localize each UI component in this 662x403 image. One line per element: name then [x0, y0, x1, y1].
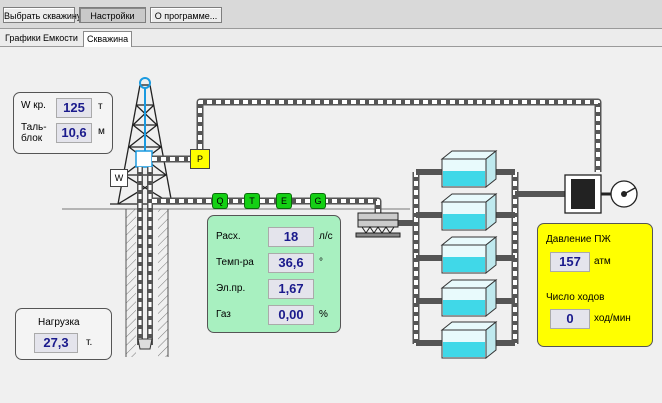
load-label: Нагрузка — [38, 317, 80, 328]
mud-tank — [416, 235, 515, 275]
tab-bar: Графики Емкости Скважина — [0, 29, 662, 47]
flow-rate-label: Расх. — [216, 231, 241, 242]
pump-pressure-value: 157 — [550, 252, 590, 272]
fluid-params-panel: Расх. 18 л/с Темп-ра 36,6 ° Эл.пр. 1,67 … — [207, 215, 341, 333]
hook-weight-value: 125 — [56, 98, 92, 118]
shale-shaker — [355, 212, 401, 238]
gas-value: 0,00 — [268, 305, 314, 325]
flow-rate-unit: л/с — [319, 231, 333, 242]
tab-charts[interactable]: Графики — [2, 31, 44, 45]
block-label-2: блок — [21, 133, 43, 144]
settings-button[interactable]: Настройки — [79, 7, 146, 23]
gas-sensor[interactable]: G — [310, 193, 326, 209]
pump-strokes-label: Число ходов — [546, 292, 605, 303]
drill-string — [135, 87, 153, 350]
mud-tank — [416, 149, 515, 189]
gas-unit: % — [319, 309, 328, 320]
hook-weight-label: W кр. — [21, 100, 46, 111]
well-diagram-area: P W Q T E G W кр. 125 т Таль- блок 10,6 … — [0, 47, 662, 403]
temperature-sensor[interactable]: T — [244, 193, 260, 209]
toolbar: Выбрать скважину Настройки О программе..… — [0, 0, 662, 29]
pump-pressure-unit: атм — [594, 256, 611, 267]
load-value: 27,3 — [34, 333, 78, 353]
about-button[interactable]: О программе... — [150, 7, 222, 23]
weight-sensor[interactable]: W — [110, 169, 128, 187]
hook-weight-unit: т — [98, 101, 103, 112]
conductivity-label: Эл.пр. — [216, 283, 246, 294]
select-well-button[interactable]: Выбрать скважину — [3, 7, 81, 23]
flow-sensor[interactable]: Q — [212, 193, 228, 209]
gas-label: Газ — [216, 309, 231, 320]
block-position-unit: м — [98, 126, 105, 137]
flow-rate-value: 18 — [268, 227, 314, 247]
temperature-label: Темп-ра — [216, 257, 254, 268]
conductivity-sensor[interactable]: E — [276, 193, 292, 209]
block-position-value: 10,6 — [56, 123, 92, 143]
pump-panel: Давление ПЖ 157 атм Число ходов 0 ход/ми… — [537, 223, 653, 347]
temperature-value: 36,6 — [268, 253, 314, 273]
pump-pressure-label: Давление ПЖ — [546, 234, 611, 245]
hook-panel: W кр. 125 т Таль- блок 10,6 м — [13, 92, 113, 154]
temperature-unit: ° — [319, 257, 323, 268]
tab-tanks[interactable]: Емкости — [40, 31, 81, 45]
pump-strokes-unit: ход/мин — [594, 313, 631, 324]
conductivity-value: 1,67 — [268, 279, 314, 299]
mud-pump — [564, 174, 638, 214]
mud-tanks — [416, 149, 515, 360]
load-unit: т. — [86, 337, 93, 348]
mud-tank — [416, 192, 515, 232]
load-panel: Нагрузка 27,3 т. — [15, 308, 112, 360]
tab-well[interactable]: Скважина — [83, 31, 133, 47]
block-label-1: Таль- — [21, 122, 47, 133]
mud-tank — [416, 278, 515, 318]
pump-strokes-value: 0 — [550, 309, 590, 329]
pressure-sensor[interactable]: P — [190, 149, 210, 169]
mud-tank — [416, 320, 515, 360]
